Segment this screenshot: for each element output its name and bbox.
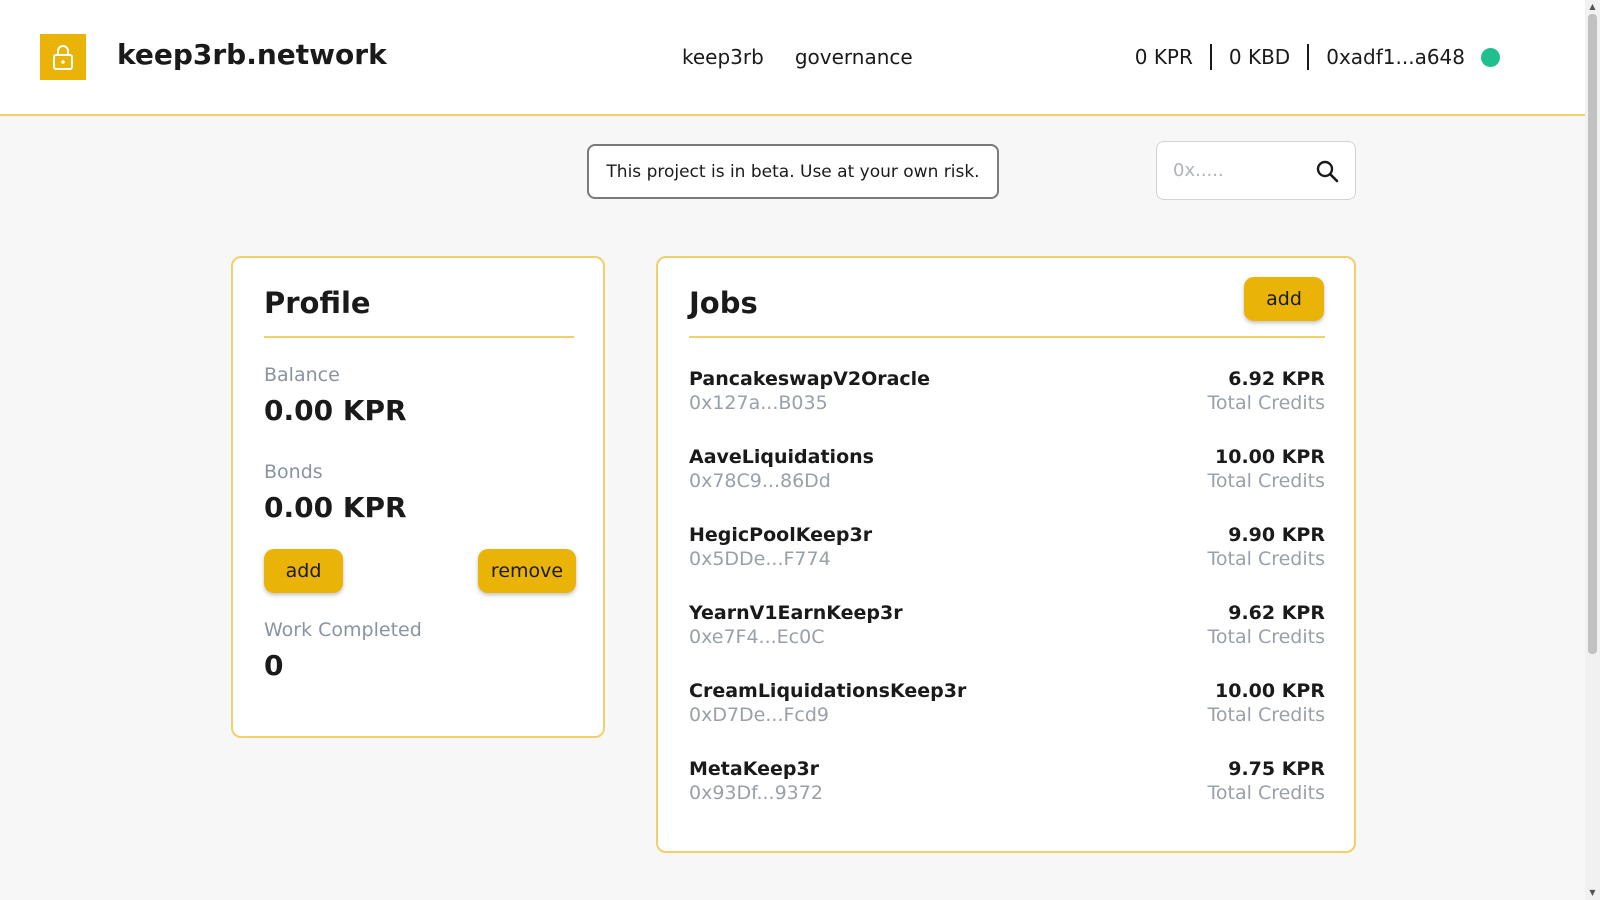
job-row[interactable]: MetaKeep3r 0x93Df...9372 9.75 KPR Total … xyxy=(689,758,1325,836)
search-icon[interactable] xyxy=(1315,159,1339,183)
profile-title: Profile xyxy=(264,286,371,320)
balance-value: 0.00 KPR xyxy=(264,394,407,427)
work-completed-value: 0 xyxy=(264,649,284,682)
page-scrollbar[interactable]: ▲ ▼ xyxy=(1585,0,1600,900)
wallet-info: 0 KPR 0 KBD 0xadf1...a648 xyxy=(1135,44,1500,70)
job-credits-label: Total Credits xyxy=(1207,626,1325,648)
job-name[interactable]: MetaKeep3r xyxy=(689,758,823,780)
job-address: 0x5DDe...F774 xyxy=(689,548,831,570)
search-box xyxy=(1156,141,1356,200)
nav-item-governance[interactable]: governance xyxy=(795,45,913,69)
job-name[interactable]: YearnV1EarnKeep3r xyxy=(689,602,903,624)
job-credits: 9.75 KPR xyxy=(1228,758,1325,780)
job-address: 0x78C9...86Dd xyxy=(689,470,831,492)
jobs-card: Jobs add PancakeswapV2Oracle 0x127a...B0… xyxy=(656,256,1356,853)
divider xyxy=(1307,44,1310,70)
job-credits-label: Total Credits xyxy=(1207,548,1325,570)
nav-item-keep3rb[interactable]: keep3rb xyxy=(682,45,764,69)
scroll-down-arrow-icon[interactable]: ▼ xyxy=(1585,886,1600,900)
lock-icon xyxy=(53,45,73,70)
job-address: 0xe7F4...Ec0C xyxy=(689,626,825,648)
job-list: PancakeswapV2Oracle 0x127a...B035 6.92 K… xyxy=(689,368,1325,836)
job-name[interactable]: CreamLiquidationsKeep3r xyxy=(689,680,966,702)
brand-title[interactable]: keep3rb.network xyxy=(117,38,387,71)
scroll-thumb[interactable] xyxy=(1588,14,1597,654)
job-address: 0x93Df...9372 xyxy=(689,782,823,804)
job-row[interactable]: HegicPoolKeep3r 0x5DDe...F774 9.90 KPR T… xyxy=(689,524,1325,602)
job-credits: 6.92 KPR xyxy=(1228,368,1325,390)
job-row[interactable]: YearnV1EarnKeep3r 0xe7F4...Ec0C 9.62 KPR… xyxy=(689,602,1325,680)
job-credits-label: Total Credits xyxy=(1207,704,1325,726)
job-row[interactable]: AaveLiquidations 0x78C9...86Dd 10.00 KPR… xyxy=(689,446,1325,524)
job-credits: 10.00 KPR xyxy=(1215,446,1325,468)
job-row[interactable]: PancakeswapV2Oracle 0x127a...B035 6.92 K… xyxy=(689,368,1325,446)
job-name[interactable]: PancakeswapV2Oracle xyxy=(689,368,930,390)
divider xyxy=(689,336,1325,338)
bonds-label: Bonds xyxy=(264,461,323,483)
main-nav: keep3rb governance xyxy=(682,45,913,69)
profile-card: Profile Balance 0.00 KPR Bonds 0.00 KPR … xyxy=(231,256,605,738)
job-name[interactable]: HegicPoolKeep3r xyxy=(689,524,872,546)
wallet-address[interactable]: 0xadf1...a648 xyxy=(1326,45,1465,69)
add-job-button[interactable]: add xyxy=(1244,277,1324,321)
job-credits: 9.62 KPR xyxy=(1228,602,1325,624)
jobs-title: Jobs xyxy=(689,286,758,320)
job-name[interactable]: AaveLiquidations xyxy=(689,446,874,468)
job-row[interactable]: CreamLiquidationsKeep3r 0xD7De...Fcd9 10… xyxy=(689,680,1325,758)
job-address: 0x127a...B035 xyxy=(689,392,828,414)
job-credits-label: Total Credits xyxy=(1207,392,1325,414)
logo[interactable] xyxy=(40,34,86,80)
divider xyxy=(264,336,574,338)
remove-bond-button[interactable]: remove xyxy=(478,549,576,593)
work-completed-label: Work Completed xyxy=(264,619,422,641)
job-credits: 10.00 KPR xyxy=(1215,680,1325,702)
divider xyxy=(1209,44,1212,70)
beta-notice: This project is in beta. Use at your own… xyxy=(587,144,999,199)
connection-status-dot xyxy=(1481,47,1500,67)
job-credits-label: Total Credits xyxy=(1207,782,1325,804)
kbd-balance: 0 KBD xyxy=(1228,45,1291,69)
header: keep3rb.network keep3rb governance 0 KPR… xyxy=(0,0,1585,116)
add-bond-button[interactable]: add xyxy=(264,549,343,593)
search-input[interactable] xyxy=(1173,160,1303,181)
job-address: 0xD7De...Fcd9 xyxy=(689,704,830,726)
kpr-balance: 0 KPR xyxy=(1134,45,1193,69)
job-credits-label: Total Credits xyxy=(1207,470,1325,492)
balance-label: Balance xyxy=(264,364,340,386)
bonds-value: 0.00 KPR xyxy=(264,491,407,524)
scroll-up-arrow-icon[interactable]: ▲ xyxy=(1585,0,1600,14)
job-credits: 9.90 KPR xyxy=(1228,524,1325,546)
